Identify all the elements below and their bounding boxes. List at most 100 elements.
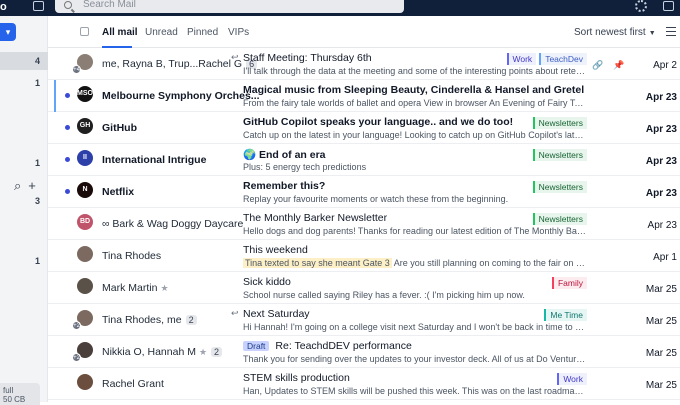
sender-text: Melbourne Symphony Orches... [102, 90, 260, 102]
thread-count: 2 [185, 315, 197, 325]
subject-text: Next Saturday [243, 308, 310, 320]
email-row[interactable]: BD ∞ Bark & Wag Doggy Daycare The Monthly … [48, 208, 680, 240]
storage-size: 50 CB [3, 395, 26, 404]
labels: Newsletters [530, 117, 587, 129]
avatar [77, 246, 93, 262]
participant-count-badge: +4 [72, 65, 81, 74]
compose-button[interactable]: ▾ [0, 23, 16, 41]
label-metime[interactable]: Me Time [544, 309, 587, 321]
sidebar-count: 4 [34, 56, 40, 66]
sidebar: ▾ 4 1 1 ⌕ + 3 1 full 50 CB [0, 16, 48, 405]
sender-name: Nikkia O, Hannah M ★ 2 [102, 346, 223, 358]
subject: Next Saturday [243, 308, 310, 320]
sender-text: Nikkia O, Hannah M [102, 346, 196, 358]
preview-text: Hello dogs and dog parents! Thanks for r… [243, 226, 588, 236]
email-row[interactable]: GH GitHub GitHub Copilot speaks your langu… [48, 112, 680, 144]
sender-name: International Intrigue [102, 154, 206, 166]
subject: 🌍 End of an era [243, 148, 326, 161]
email-row[interactable]: Tina Rhodes This weekend Tina texted to sa… [48, 240, 680, 272]
attachment-icon[interactable]: 🔗 [592, 60, 603, 70]
email-date: Apr 23 [647, 220, 677, 231]
sender-text: International Intrigue [102, 154, 207, 166]
draft-badge: Draft [243, 341, 270, 351]
subject: Draft Re: TeachdDEV performance [243, 340, 412, 352]
email-row[interactable]: II International Intrigue 🌍 End of an era P… [48, 144, 680, 176]
email-row[interactable]: N Netflix Remember this? Replay your favour… [48, 176, 680, 208]
subject: STEM skills production [243, 372, 350, 384]
email-row[interactable]: +2 Tina Rhodes, me 2 ↩ Next Saturday Hi Hanna… [48, 304, 680, 336]
email-row[interactable]: Rachel Grant STEM skills production Han, U… [48, 368, 680, 400]
reply-icon: ↩ [231, 308, 239, 318]
email-row[interactable]: +4 me, Rayna B, Trup...Rachel G 6 ↩ Staff Me… [48, 48, 680, 80]
sender-text: Netflix [102, 186, 135, 198]
sender-text: me, Rayna B, Trup...Rachel G [102, 58, 243, 70]
subject-text: Remember this? [243, 180, 326, 192]
email-row[interactable]: +2 Nikkia O, Hannah M ★ 2 Draft Re: TeachdDEV… [48, 336, 680, 368]
preview-body: Plus: 5 energy tech predictions [243, 162, 367, 172]
gear-icon[interactable] [635, 0, 647, 12]
sidebar-item-selected[interactable] [0, 52, 48, 70]
preview-text: Thank you for sending over the updates t… [243, 354, 588, 364]
pin-icon[interactable]: 📌 [613, 60, 624, 70]
preview-text: Tina texted to say she meant Gate 3 Are … [243, 258, 588, 268]
subject-text: GitHub Copilot speaks your language.. an… [243, 116, 514, 128]
email-date: Apr 23 [645, 124, 677, 135]
app-logo: o [0, 1, 7, 13]
sender-text: GitHub [102, 122, 137, 134]
sender-name: ∞ Bark & Wag Doggy Daycare [102, 218, 243, 230]
preview-text: Hi Hannah! I'm going on a college visit … [243, 322, 588, 332]
add-icon[interactable]: + [28, 178, 36, 193]
top-bar: o Search Mail [0, 0, 680, 16]
star-icon[interactable]: ★ [160, 283, 168, 293]
label-news[interactable]: Newsletters [532, 181, 587, 193]
unread-dot [65, 157, 70, 162]
labels: Me Time [541, 309, 587, 321]
storage-label: full [3, 386, 14, 395]
labels: Work [554, 373, 587, 385]
subject-text: Sick kiddo [243, 276, 291, 288]
label-news[interactable]: Newsletters [532, 149, 587, 161]
label-news[interactable]: Newsletters [532, 117, 587, 129]
sidebar-count: 1 [34, 256, 40, 266]
subject: This weekend [243, 244, 308, 256]
labels: Work TeachDev [504, 53, 587, 65]
participant-count-badge: +2 [72, 321, 81, 330]
select-all-checkbox[interactable] [80, 27, 89, 36]
subject: Magical music from Sleeping Beauty, Cind… [243, 84, 584, 96]
search-icon[interactable]: ⌕ [14, 178, 21, 194]
email-date: Mar 25 [645, 380, 677, 391]
label-news[interactable]: Newsletters [532, 213, 587, 225]
sort-dropdown[interactable]: Sort newest first ▼ [574, 27, 656, 38]
sender-text: Mark Martin [102, 282, 158, 294]
highlight-note: Tina texted to say she meant Gate 3 [243, 258, 392, 268]
preview-text: From the fairy tale worlds of ballet and… [243, 98, 588, 108]
star-icon[interactable]: ★ [199, 347, 207, 357]
label-family[interactable]: Family [551, 277, 587, 289]
preview-body: Hi Hannah! I'm going on a college visit … [243, 322, 588, 332]
sender-text: Tina Rhodes, me [102, 314, 182, 326]
tab-all-mail[interactable]: All mail [102, 27, 138, 38]
tab-pinned[interactable]: Pinned [187, 27, 218, 38]
sender-name: Netflix [102, 186, 134, 198]
label-teach[interactable]: TeachDev [539, 53, 587, 65]
sender-text: Tina Rhodes [102, 250, 162, 262]
filter-icon[interactable] [666, 27, 676, 36]
panel-toggle-icon[interactable] [663, 1, 674, 11]
tab-unread[interactable]: Unread [145, 27, 178, 38]
labels: Newsletters [530, 181, 587, 193]
preview-body: School nurse called saying Riley has a f… [243, 290, 525, 300]
sidebar-toggle-icon[interactable] [33, 1, 44, 11]
email-date: Apr 23 [645, 92, 677, 103]
search-placeholder: Search Mail [83, 0, 136, 10]
subject-text: Magical music from Sleeping Beauty, Cind… [243, 84, 585, 96]
search-input[interactable]: Search Mail [55, 0, 404, 13]
label-work[interactable]: Work [506, 53, 537, 65]
tab-vips[interactable]: VIPs [228, 27, 249, 38]
email-row[interactable]: Mark Martin ★ Sick kiddo School nurse calle… [48, 272, 680, 304]
email-row[interactable]: MSO Melbourne Symphony Orches... Magical m… [48, 80, 680, 112]
sender-name: Tina Rhodes [102, 250, 161, 262]
label-work[interactable]: Work [557, 373, 587, 385]
labels: Newsletters [530, 213, 587, 225]
email-date: Mar 25 [645, 316, 677, 327]
sender-name: GitHub [102, 122, 137, 134]
